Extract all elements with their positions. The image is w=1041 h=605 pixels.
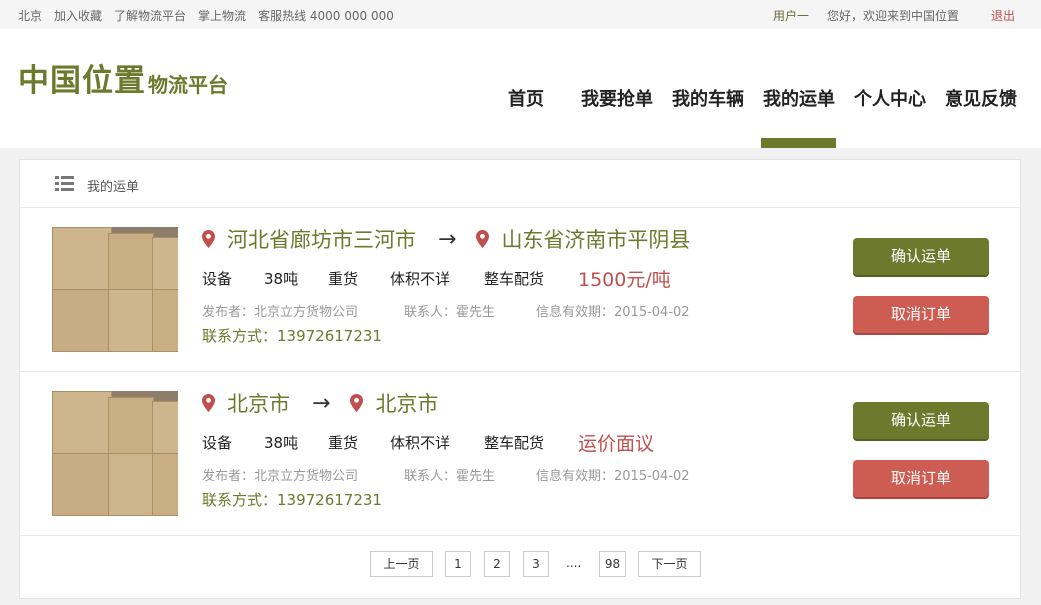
valid-until: 信息有效期：2015-04-02: [536, 469, 690, 484]
pagination: 上一页 1 2 3 .... 98 下一页: [20, 538, 1020, 598]
nav-my-waybills[interactable]: 我的运单: [763, 85, 835, 111]
cargo-volume: 体积不详: [390, 433, 451, 452]
breadcrumb-label: 我的运单: [87, 180, 140, 195]
cargo-image: [52, 227, 178, 352]
list-icon: [55, 176, 74, 191]
location-pin-icon: [476, 230, 490, 248]
top-link-favorite[interactable]: 加入收藏: [54, 7, 102, 24]
cargo-specs: 设备 38吨 重货 体积不详 整车配货 运价面议: [202, 428, 654, 456]
contact-person: 联系人：霍先生: [404, 305, 496, 320]
top-link-city[interactable]: 北京: [18, 7, 42, 24]
cargo-image: [52, 391, 178, 516]
confirm-waybill-button[interactable]: 确认运单: [853, 238, 989, 275]
contact-phone: 联系方式：13972617231: [202, 491, 382, 509]
shipping-mode: 整车配货: [484, 433, 545, 452]
freight-price: 运价面议: [578, 432, 655, 455]
cargo-type: 重货: [328, 433, 359, 452]
top-link-about[interactable]: 了解物流平台: [114, 7, 186, 24]
user-name-link[interactable]: 用户一: [773, 7, 809, 24]
order-item: 河北省廊坊市三河市 → 山东省济南市平阴县 设备 38吨 重货 体积不详 整车配…: [20, 208, 1020, 372]
header: 中国位置 物流平台 首页 我要抢单 我的车辆 我的运单 个人中心 意见反馈: [0, 29, 1041, 148]
location-pin-icon: [350, 394, 364, 412]
publisher: 发布者：北京立方货物公司: [202, 305, 359, 320]
cargo-name: 设备: [202, 433, 233, 452]
cargo-name: 设备: [202, 269, 233, 288]
order-item: 北京市 → 北京市 设备 38吨 重货 体积不详 整车配货 运价面议 发布者：北…: [20, 372, 1020, 536]
cargo-weight: 38吨: [264, 433, 299, 452]
nav-feedback[interactable]: 意见反馈: [945, 85, 1017, 111]
prev-page-button[interactable]: 上一页: [370, 551, 433, 577]
page-button-2[interactable]: 2: [484, 551, 510, 577]
publisher: 发布者：北京立方货物公司: [202, 469, 359, 484]
page-button-last[interactable]: 98: [599, 551, 626, 577]
contact-person: 联系人：霍先生: [404, 469, 496, 484]
nav-my-vehicles[interactable]: 我的车辆: [672, 85, 744, 111]
cancel-order-button[interactable]: 取消订单: [853, 296, 989, 333]
route-origin: 河北省廊坊市三河市: [227, 228, 416, 252]
top-bar: 北京 加入收藏 了解物流平台 掌上物流 客服热线 4000 000 000 用户…: [0, 0, 1041, 29]
page-button-1[interactable]: 1: [445, 551, 471, 577]
main-nav: 首页 我要抢单 我的车辆 我的运单 个人中心 意见反馈: [0, 85, 1041, 115]
nav-grab-order[interactable]: 我要抢单: [581, 85, 653, 111]
location-pin-icon: [202, 230, 215, 248]
route: 北京市 → 北京市: [202, 389, 438, 417]
next-page-button[interactable]: 下一页: [638, 551, 701, 577]
top-hotline: 客服热线 4000 000 000: [258, 9, 394, 23]
cargo-volume: 体积不详: [390, 269, 451, 288]
location-pin-icon: [202, 394, 215, 412]
route: 河北省廊坊市三河市 → 山东省济南市平阴县: [202, 225, 690, 253]
top-link-mobile[interactable]: 掌上物流: [198, 7, 246, 24]
welcome-text: 您好，欢迎来到中国位置: [826, 9, 959, 23]
page-ellipsis: ....: [566, 556, 582, 570]
confirm-waybill-button[interactable]: 确认运单: [853, 402, 989, 439]
page-button-3[interactable]: 3: [523, 551, 549, 577]
contact-phone: 联系方式：13972617231: [202, 327, 382, 345]
freight-price: 1500元/吨: [578, 268, 671, 291]
cargo-specs: 设备 38吨 重货 体积不详 整车配货 1500元/吨: [202, 264, 671, 292]
route-destination: 山东省济南市平阴县: [501, 228, 691, 252]
cargo-weight: 38吨: [264, 269, 299, 288]
top-user-area: 用户一 您好，欢迎来到中国位置 退出: [773, 7, 1015, 24]
order-meta: 发布者：北京立方货物公司 联系人：霍先生 信息有效期：2015-04-02: [202, 301, 690, 320]
breadcrumb: 我的运单: [20, 160, 1020, 208]
valid-until: 信息有效期：2015-04-02: [536, 305, 690, 320]
nav-active-indicator: [761, 138, 836, 148]
route-origin: 北京市: [227, 392, 290, 416]
order-meta: 发布者：北京立方货物公司 联系人：霍先生 信息有效期：2015-04-02: [202, 465, 690, 484]
cancel-order-button[interactable]: 取消订单: [853, 460, 989, 497]
route-arrow-icon: →: [438, 226, 457, 252]
waybill-panel: 我的运单 河北省廊坊市三河市 → 山东省济南市平阴县 设备 38吨 重货 体积不…: [19, 159, 1021, 599]
nav-personal-center[interactable]: 个人中心: [854, 85, 926, 111]
cargo-type: 重货: [328, 269, 359, 288]
route-arrow-icon: →: [312, 390, 331, 416]
top-links: 北京 加入收藏 了解物流平台 掌上物流 客服热线 4000 000 000: [18, 7, 394, 24]
nav-home[interactable]: 首页: [508, 85, 544, 111]
logout-link[interactable]: 退出: [991, 7, 1015, 24]
shipping-mode: 整车配货: [484, 269, 545, 288]
route-destination: 北京市: [375, 392, 439, 416]
